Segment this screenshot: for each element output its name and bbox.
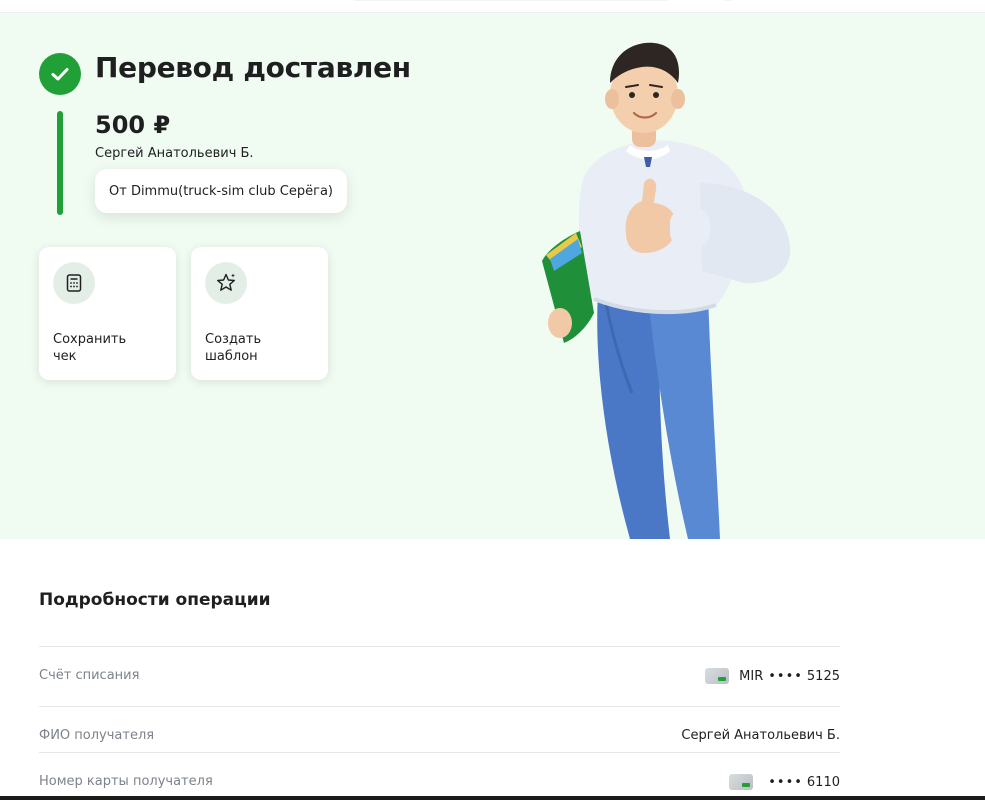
transfer-accent-bar [57, 111, 63, 215]
transfer-message-text: От Dimmu(truck-sim club Серёга) [109, 183, 334, 199]
detail-value: Сергей Анатольевич Б. [681, 728, 840, 743]
top-menu-dot[interactable] [722, 0, 734, 1]
transfer-message-bubble: От Dimmu(truck-sim club Серёга) [95, 169, 348, 213]
top-bar [0, 0, 985, 13]
detail-label: Счёт списания [39, 668, 140, 683]
detail-row-recipient-name: ФИО получателя Сергей Анатольевич Б. [39, 706, 840, 752]
recipient-full-name: Сергей Анатольевич Б. [681, 728, 840, 743]
card-last-digits: 5125 [806, 668, 840, 684]
card-last-digits: 6110 [806, 774, 840, 790]
create-template-button[interactable]: Создать шаблон [191, 247, 328, 380]
detail-row-recipient-card: Номер карты получателя •••• 6110 [39, 752, 840, 798]
detail-value: MIR •••• 5125 [705, 668, 840, 684]
detail-row-debit-account: Счёт списания MIR •••• 5125 [39, 646, 840, 692]
detail-label: ФИО получателя [39, 728, 155, 743]
create-template-label: Создать шаблон [205, 332, 262, 364]
success-hero: Перевод доставлен 500 ₽ Сергей Анатольев… [0, 13, 985, 539]
card-mask: •••• [768, 774, 803, 790]
details-title: Подробности операции [39, 590, 271, 610]
bank-card-icon [729, 774, 754, 790]
transfer-recipient: Сергей Анатольевич Б. [95, 146, 254, 161]
receipt-icon [53, 262, 95, 304]
card-system: MIR [739, 668, 764, 684]
detail-value: •••• 6110 [729, 774, 840, 790]
detail-label: Номер карты получателя [39, 774, 213, 789]
page-title: Перевод доставлен [95, 51, 411, 84]
check-icon [39, 53, 81, 95]
transfer-amount: 500 ₽ [95, 111, 171, 139]
bank-card-icon [705, 668, 730, 684]
top-search-pill[interactable] [352, 0, 670, 1]
mascot-illustration [542, 42, 791, 539]
save-receipt-label: Сохранить чек [53, 332, 127, 364]
star-template-icon [205, 262, 247, 304]
bottom-edge [0, 796, 985, 800]
save-receipt-button[interactable]: Сохранить чек [39, 247, 176, 380]
card-mask: •••• [768, 668, 803, 684]
